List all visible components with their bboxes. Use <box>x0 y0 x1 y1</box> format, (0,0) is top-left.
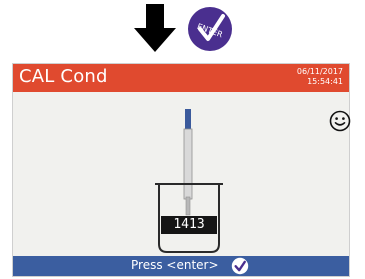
screen-date: 06/11/2017 <box>296 67 343 76</box>
press-enter-prompt: Press <enter> <box>131 258 219 272</box>
enter-key-icon: ENTER <box>187 6 233 52</box>
down-arrow-icon <box>134 4 176 52</box>
screen-footer: Press <enter> <box>13 256 349 276</box>
smiley-icon <box>329 110 351 132</box>
screen-header: CAL Cond 06/11/2017 15:54:41 <box>13 64 349 92</box>
screen-time: 15:54:41 <box>307 77 343 86</box>
check-icon <box>231 257 249 275</box>
calibration-standard-value: 1413 <box>161 216 217 234</box>
screen-title: CAL Cond <box>19 66 108 87</box>
device-screen: CAL Cond 06/11/2017 15:54:41 1413 Press … <box>12 63 351 277</box>
